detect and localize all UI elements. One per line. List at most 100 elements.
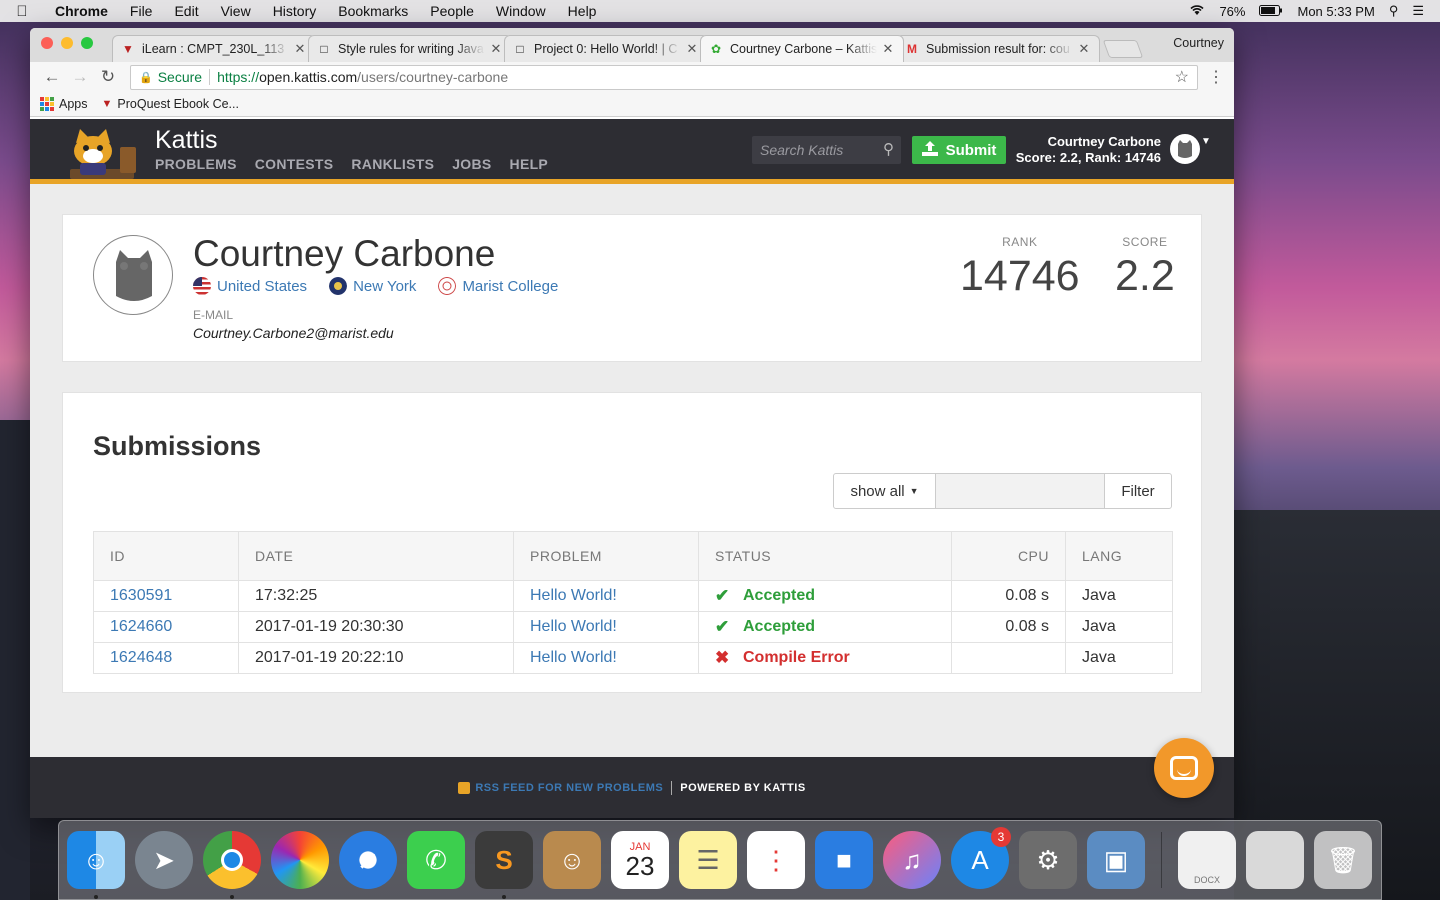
- zoom-window-button[interactable]: [81, 37, 93, 49]
- col-id[interactable]: ID: [93, 531, 239, 581]
- status-text: Accepted: [743, 587, 816, 604]
- app-store-badge: 3: [991, 827, 1011, 847]
- reload-icon[interactable]: ↻: [94, 67, 122, 87]
- kattis-search-input[interactable]: Search Kattis ⚲: [752, 136, 901, 164]
- launchpad-icon[interactable]: ➤: [135, 831, 193, 889]
- col-problem[interactable]: PROBLEM: [513, 531, 699, 581]
- profile-country[interactable]: United States: [193, 277, 307, 295]
- show-all-dropdown[interactable]: show all ▼: [833, 473, 936, 509]
- battery-percent[interactable]: 76%: [1219, 4, 1245, 19]
- keynote-icon[interactable]: ■: [815, 831, 873, 889]
- submission-id-link[interactable]: 1630591: [110, 587, 172, 604]
- close-tab-icon[interactable]: ✕: [293, 41, 307, 57]
- app-store-icon[interactable]: A3: [951, 827, 1011, 889]
- col-date[interactable]: DATE: [238, 531, 514, 581]
- minimize-window-button[interactable]: [61, 37, 73, 49]
- nav-ranklists[interactable]: RANKLISTS: [351, 156, 434, 172]
- tab-gmail[interactable]: M Submission result for: cou ✕: [896, 35, 1100, 62]
- problem-link[interactable]: Hello World!: [530, 618, 617, 635]
- preview-icon[interactable]: ▣: [1087, 831, 1145, 889]
- docx-file-icon[interactable]: DOCX: [1178, 831, 1236, 889]
- col-cpu[interactable]: CPU: [951, 531, 1066, 581]
- user-dropdown-caret-icon[interactable]: ▼: [1201, 136, 1211, 147]
- itunes-icon[interactable]: ♫: [883, 831, 941, 889]
- close-tab-icon[interactable]: ✕: [1077, 41, 1091, 57]
- trash-icon[interactable]: 🗑: [1314, 831, 1372, 889]
- nav-problems[interactable]: PROBLEMS: [155, 156, 237, 172]
- tab-project-0[interactable]: □ Project 0: Hello World! | C ✕: [504, 35, 708, 62]
- submission-id-link[interactable]: 1624660: [110, 618, 172, 635]
- contacts-icon[interactable]: ☺: [543, 831, 601, 889]
- menu-bookmarks[interactable]: Bookmarks: [327, 3, 419, 19]
- notification-center-icon[interactable]: ☰: [1412, 3, 1424, 19]
- close-tab-icon[interactable]: ✕: [881, 41, 895, 57]
- back-icon[interactable]: ←: [38, 67, 66, 87]
- submission-date: 2017-01-19 20:22:10: [238, 642, 514, 674]
- finder-icon[interactable]: ☺: [67, 831, 125, 899]
- menu-edit[interactable]: Edit: [163, 3, 209, 19]
- cpu-time: [951, 642, 1066, 674]
- submission-id-link[interactable]: 1624648: [110, 649, 172, 666]
- filter-button[interactable]: Filter: [1104, 473, 1172, 509]
- kattis-cat-logo-icon[interactable]: [62, 125, 146, 181]
- header-avatar[interactable]: [1170, 134, 1200, 164]
- macos-dock: ☺ ➤ ➚ ✆ S ☺ JAN 23 ☰ ⋮ ■ ♫ A3 ⚙ ▣ DOCX 🗑: [58, 820, 1382, 900]
- problem-link[interactable]: Hello World!: [530, 587, 617, 604]
- profile-school[interactable]: Marist College: [438, 277, 558, 295]
- clock[interactable]: Mon 5:33 PM: [1297, 4, 1374, 19]
- photos-icon[interactable]: [271, 831, 329, 889]
- menu-people[interactable]: People: [419, 3, 485, 19]
- apple-icon[interactable]: : [0, 3, 44, 20]
- forward-icon[interactable]: →: [66, 67, 94, 87]
- menu-chrome[interactable]: Chrome: [44, 3, 119, 19]
- bookmark-star-icon[interactable]: ☆: [1175, 67, 1189, 87]
- nav-jobs[interactable]: JOBS: [452, 156, 491, 172]
- new-tab-button[interactable]: [1102, 40, 1144, 58]
- chrome-menu-icon[interactable]: ⋮: [1206, 67, 1226, 87]
- menu-help[interactable]: Help: [557, 3, 608, 19]
- tab-ilearn[interactable]: ▼ iLearn : CMPT_230L_113 ✕: [112, 35, 316, 62]
- lock-icon: 🔒: [139, 71, 153, 84]
- battery-icon[interactable]: [1259, 4, 1283, 19]
- filter-input[interactable]: [936, 473, 1104, 509]
- menu-view[interactable]: View: [210, 3, 262, 19]
- user-summary[interactable]: Courtney Carbone Score: 2.2, Rank: 14746: [1015, 134, 1161, 166]
- sublime-text-icon[interactable]: S: [475, 831, 533, 899]
- close-tab-icon[interactable]: ✕: [685, 41, 699, 57]
- submit-label: Submit: [945, 141, 997, 159]
- bookmark-proquest[interactable]: ▼ ProQuest Ebook Ce...: [102, 97, 239, 111]
- nav-help[interactable]: HELP: [510, 156, 549, 172]
- chat-widget-button[interactable]: [1154, 738, 1214, 798]
- menu-file[interactable]: File: [119, 3, 164, 19]
- notes-icon[interactable]: ☰: [679, 831, 737, 889]
- menu-history[interactable]: History: [262, 3, 328, 19]
- safari-icon[interactable]: ➚: [339, 831, 397, 889]
- bookmark-apps[interactable]: Apps: [40, 97, 88, 111]
- screenshot-stack-icon[interactable]: [1246, 831, 1304, 889]
- kattis-brand[interactable]: Kattis: [155, 126, 218, 155]
- close-window-button[interactable]: [41, 37, 53, 49]
- problem-link[interactable]: Hello World!: [530, 649, 617, 666]
- tab-style-rules[interactable]: □ Style rules for writing Java ✕: [308, 35, 512, 62]
- facetime-icon[interactable]: ✆: [407, 831, 465, 889]
- status-text: Compile Error: [743, 649, 850, 666]
- submit-button[interactable]: Submit: [912, 136, 1006, 164]
- chrome-profile-name[interactable]: Courtney: [1173, 36, 1224, 50]
- calendar-icon[interactable]: JAN 23: [611, 831, 669, 889]
- secure-indicator[interactable]: 🔒 Secure: [139, 69, 202, 85]
- reminders-icon[interactable]: ⋮: [747, 831, 805, 889]
- col-lang[interactable]: LANG: [1065, 531, 1173, 581]
- address-bar[interactable]: 🔒 Secure https:// open.kattis.com /users…: [130, 64, 1198, 90]
- spotlight-icon[interactable]: ⚲: [1389, 3, 1399, 19]
- menu-window[interactable]: Window: [485, 3, 557, 19]
- profile-state[interactable]: New York: [329, 277, 416, 295]
- col-status[interactable]: STATUS: [698, 531, 952, 581]
- rss-feed-link[interactable]: RSS FEED FOR NEW PROBLEMS: [458, 781, 663, 794]
- tab-kattis-profile[interactable]: ✿ Courtney Carbone – Kattis ✕: [700, 35, 904, 62]
- system-preferences-icon[interactable]: ⚙: [1019, 831, 1077, 889]
- nav-contests[interactable]: CONTESTS: [255, 156, 334, 172]
- close-tab-icon[interactable]: ✕: [489, 41, 503, 57]
- chrome-icon[interactable]: [203, 831, 261, 899]
- wifi-icon[interactable]: [1189, 4, 1205, 19]
- search-icon[interactable]: ⚲: [883, 140, 894, 158]
